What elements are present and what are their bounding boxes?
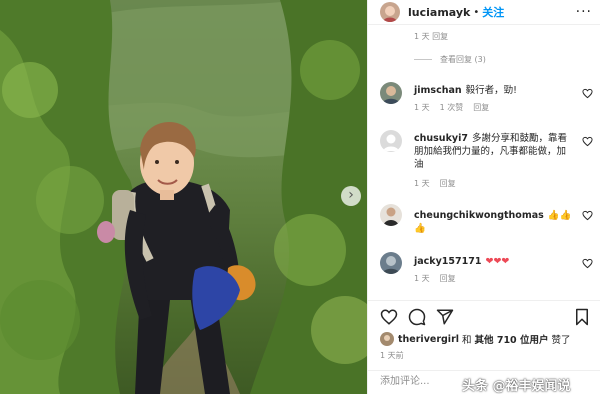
reply-button[interactable]: 回复	[440, 274, 456, 283]
likes-others-link[interactable]: 其他 710 位用户	[475, 332, 549, 346]
reply-button[interactable]: 回复	[473, 103, 489, 112]
author-avatar[interactable]	[380, 2, 400, 22]
comment-item: cheungchikwongthomas 👍👍👍	[380, 204, 595, 234]
follow-button[interactable]: 关注	[482, 4, 504, 20]
commenter-avatar[interactable]	[380, 204, 402, 226]
post-photo[interactable]: ›	[0, 0, 367, 394]
commenter-avatar[interactable]	[380, 252, 402, 274]
commenter-avatar[interactable]	[380, 130, 402, 152]
post-actions-bar	[368, 300, 600, 332]
comment-body: ❤❤❤	[485, 256, 510, 267]
comment-text: chusukyi7 多謝分享和鼓勵，靠看朋加給我們力量的，凡事都能做，加油	[414, 132, 572, 171]
replies-divider	[414, 59, 432, 60]
watermark: 头条 @裕丰娱闻说	[462, 379, 571, 394]
commenter-avatar[interactable]	[380, 82, 402, 104]
comment-item: jimschan 毅行者，勁! 1 天 1 次赞 回复	[380, 82, 595, 122]
comment-meta: 1 天 1 次赞 回复	[414, 102, 499, 113]
commenter-username[interactable]: cheungchikwongthomas	[414, 210, 544, 221]
liker-avatar[interactable]	[380, 332, 394, 346]
share-icon[interactable]	[436, 308, 454, 326]
comment-text: cheungchikwongthomas 👍👍👍	[414, 209, 572, 235]
comment-time: 1 天	[414, 103, 430, 112]
heart-icon[interactable]	[582, 136, 593, 147]
heart-icon[interactable]	[582, 88, 593, 99]
comment-body: 毅行者，勁!	[465, 85, 517, 96]
bookmark-icon[interactable]	[573, 308, 591, 326]
likes-summary: therivergirl 和 其他 710 位用户 赞了	[380, 332, 571, 346]
comment-text: jimschan 毅行者，勁!	[414, 84, 572, 97]
comment-time: 1 天	[414, 274, 430, 283]
heart-icon[interactable]	[582, 258, 593, 269]
chevron-right-icon[interactable]: ›	[341, 186, 361, 206]
author-username[interactable]: luciamayk	[408, 6, 470, 19]
hiker-photo-illustration	[0, 0, 367, 394]
comment-text: jacky157171 ❤❤❤	[414, 255, 572, 268]
liker-username[interactable]: therivergirl	[398, 334, 459, 345]
commenter-username[interactable]: jacky157171	[414, 256, 481, 267]
comment-item: jacky157171 ❤❤❤ 1 天 回复	[380, 252, 595, 292]
post-timestamp: 1 天前	[380, 351, 404, 360]
likes-suffix: 赞了	[551, 335, 571, 346]
comments-list: 1 天 回复 查看回复 (3) jimschan 毅行者，勁! 1 天1 次赞 回复	[368, 26, 600, 300]
comment-item: chusukyi7 多謝分享和鼓勵，靠看朋加給我們力量的，凡事都能做，加油 1 天…	[380, 130, 595, 194]
post-header: luciamayk • 关注 ···	[368, 0, 600, 25]
commenter-username[interactable]: jimschan	[414, 85, 462, 96]
like-heart-icon[interactable]	[380, 308, 398, 326]
separator-dot: •	[473, 6, 480, 18]
likes-connector: 和	[462, 335, 472, 346]
reply-button[interactable]: 回复	[440, 179, 456, 188]
prior-comment-meta: 1 天 回复	[414, 32, 449, 41]
comment-icon[interactable]	[408, 308, 426, 326]
more-icon[interactable]: ···	[576, 4, 592, 20]
commenter-username[interactable]: chusukyi7	[414, 133, 468, 144]
comment-likes[interactable]: 1 次赞	[440, 103, 464, 112]
post-sidebar: luciamayk • 关注 ··· 1 天 回复 查看回复 (3) jimsc…	[367, 0, 600, 394]
heart-icon[interactable]	[582, 210, 593, 221]
view-replies-label: 查看回复 (3)	[440, 55, 486, 64]
comment-meta: 1 天 回复	[414, 178, 466, 189]
comment-time: 1 天	[414, 179, 430, 188]
comment-meta: 1 天 回复	[414, 273, 466, 284]
view-replies-link[interactable]: 查看回复 (3)	[414, 54, 486, 65]
